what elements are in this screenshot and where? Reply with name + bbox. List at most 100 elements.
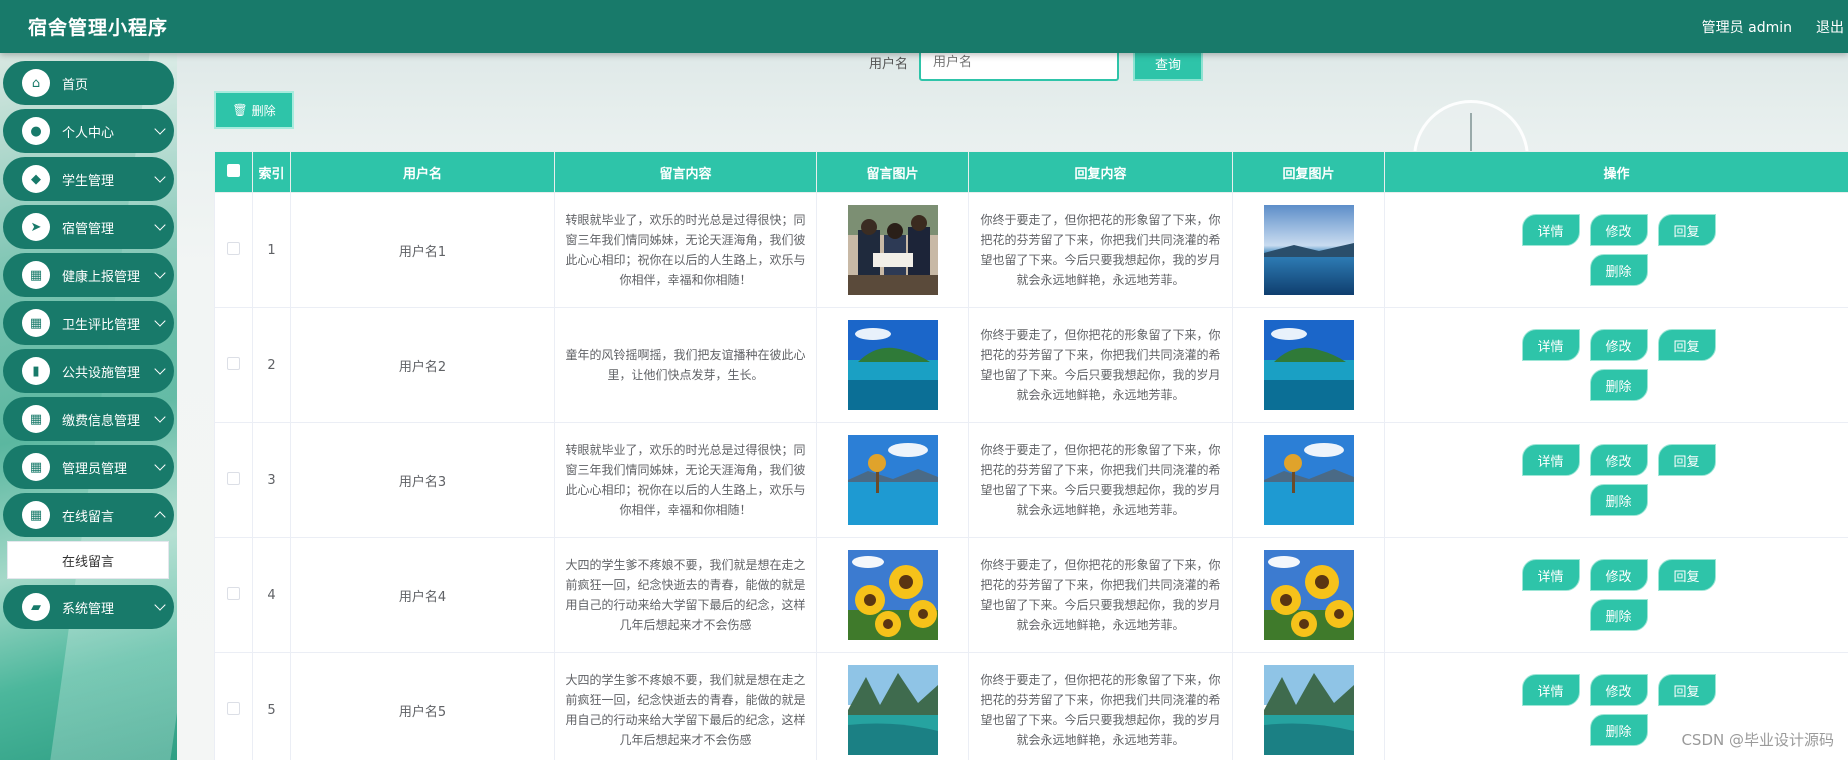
detail-button[interactable]: 详情 xyxy=(1521,214,1580,246)
grid-icon: ▦ xyxy=(22,309,50,337)
message-cell: 转眼就毕业了，欢乐的时光总是过得很快；同窗三年我们情同姊妹，无论天涯海角，我们彼… xyxy=(554,192,817,308)
username-cell: 用户名4 xyxy=(290,537,555,653)
chevron-down-icon xyxy=(154,363,166,375)
reply-image-cell xyxy=(1232,192,1385,308)
message-table-wrapper: 索引 用户名 留言内容 留言图片 回复内容 回复图片 操作 1 用户名1 转眼就… xyxy=(214,151,1848,760)
search-button[interactable]: 查询 xyxy=(1133,53,1203,81)
delete-button[interactable]: 删除 xyxy=(1589,484,1648,516)
detail-button[interactable]: 详情 xyxy=(1521,329,1580,361)
detail-button[interactable]: 详情 xyxy=(1521,444,1580,476)
sidebar: ⌂ 首页 ● 个人中心 ◆ 学生管理 ➤ 宿管管理 ▦ 健康上报管理 ▦ 卫生评比管理 ▮ 公共设施管理 ▦… xyxy=(0,53,177,760)
row-select-cell[interactable] xyxy=(214,422,253,538)
reply-image[interactable] xyxy=(1233,435,1384,525)
row-checkbox[interactable] xyxy=(227,356,240,370)
detail-button[interactable]: 详情 xyxy=(1521,559,1580,591)
sidebar-item[interactable]: ▰ 系统管理 xyxy=(3,585,174,629)
delete-button[interactable]: 删除 xyxy=(1589,599,1648,631)
reply-image[interactable] xyxy=(1233,550,1384,640)
row-select-cell[interactable] xyxy=(214,652,253,760)
sidebar-item[interactable]: ◆ 学生管理 xyxy=(3,157,174,201)
row-checkbox[interactable] xyxy=(227,701,240,715)
edit-button[interactable]: 修改 xyxy=(1589,559,1648,591)
sidebar-item[interactable]: ▦ 健康上报管理 xyxy=(3,253,174,297)
reply-image[interactable] xyxy=(1233,665,1384,755)
column-header: 留言图片 xyxy=(816,151,969,193)
message-image[interactable] xyxy=(817,320,968,410)
table-row: 4 用户名4 大四的学生爹不疼娘不要，我们就是想在走之前疯狂一回，纪念快逝去的青… xyxy=(214,537,1848,653)
table-row: 2 用户名2 童年的风铃摇啊摇，我们把友谊播种在彼此心里，让他们快点发芽，生长。… xyxy=(214,307,1848,423)
main-content: 用户名 查询 🗑 删除 索引 用户名 留言内容 留言图片 回复内容 回复图片 操… xyxy=(177,53,1848,760)
table-header-row: 索引 用户名 留言内容 留言图片 回复内容 回复图片 操作 xyxy=(214,151,1848,193)
delete-button[interactable]: 删除 xyxy=(1589,254,1648,286)
sidebar-item[interactable]: ➤ 宿管管理 xyxy=(3,205,174,249)
table-row: 5 用户名5 大四的学生爹不疼娘不要，我们就是想在走之前疯狂一回，纪念快逝去的青… xyxy=(214,652,1848,760)
logout-link[interactable]: 退出 xyxy=(1816,17,1848,37)
sidebar-item[interactable]: ▦ 管理员管理 xyxy=(3,445,174,489)
student-icon: ◆ xyxy=(22,165,50,193)
chevron-down-icon xyxy=(154,315,166,327)
reply-button[interactable]: 回复 xyxy=(1657,329,1716,361)
row-checkbox[interactable] xyxy=(227,586,240,600)
message-image[interactable] xyxy=(817,550,968,640)
reply-image-cell xyxy=(1232,537,1385,653)
message-cell: 大四的学生爹不疼娘不要，我们就是想在走之前疯狂一回，纪念快逝去的青春，能做的就是… xyxy=(554,652,817,760)
row-checkbox[interactable] xyxy=(227,471,240,485)
row-checkbox[interactable] xyxy=(227,241,240,255)
edit-button[interactable]: 修改 xyxy=(1589,444,1648,476)
reply-button[interactable]: 回复 xyxy=(1657,214,1716,246)
sidebar-item[interactable]: ▦ 缴费信息管理 xyxy=(3,397,174,441)
sidebar-item[interactable]: ● 个人中心 xyxy=(3,109,174,153)
sidebar-item[interactable]: ▮ 公共设施管理 xyxy=(3,349,174,393)
row-actions: 详情 修改 回复 删除 xyxy=(1512,559,1722,631)
column-header: 用户名 xyxy=(290,151,555,193)
sidebar-item-label: 卫生评比管理 xyxy=(62,317,141,333)
batch-delete-button[interactable]: 🗑 删除 xyxy=(214,91,294,129)
actions-cell: 详情 修改 回复 删除 xyxy=(1384,422,1848,538)
column-header: 回复图片 xyxy=(1232,151,1385,193)
reply-button[interactable]: 回复 xyxy=(1657,559,1716,591)
delete-button[interactable]: 删除 xyxy=(1589,714,1648,746)
reply-image[interactable] xyxy=(1233,320,1384,410)
book-icon: ▮ xyxy=(22,357,50,385)
sidebar-item[interactable]: ⌂ 首页 xyxy=(3,61,174,105)
select-all-header[interactable] xyxy=(214,151,253,193)
sidebar-subitem-online-message[interactable]: 在线留言 xyxy=(7,541,169,579)
edit-button[interactable]: 修改 xyxy=(1589,214,1648,246)
message-image[interactable] xyxy=(817,205,968,295)
table-row: 1 用户名1 转眼就毕业了，欢乐的时光总是过得很快；同窗三年我们情同姊妹，无论天… xyxy=(214,192,1848,308)
reply-image-cell xyxy=(1232,307,1385,423)
reply-button[interactable]: 回复 xyxy=(1657,444,1716,476)
chevron-up-icon xyxy=(154,511,166,523)
chevron-down-icon xyxy=(154,219,166,231)
actions-cell: 详情 修改 回复 删除 xyxy=(1384,307,1848,423)
home-icon: ⌂ xyxy=(22,69,50,97)
row-select-cell[interactable] xyxy=(214,192,253,308)
index-cell: 3 xyxy=(252,422,291,538)
select-all-checkbox[interactable] xyxy=(227,163,240,177)
top-right-area: 管理员 admin 退出 xyxy=(1702,17,1848,37)
row-select-cell[interactable] xyxy=(214,307,253,423)
reply-cell: 你终于要走了，但你把花的形象留了下来，你把花的芬芳留了下来，你把我们共同浇灌的希… xyxy=(968,307,1233,423)
edit-button[interactable]: 修改 xyxy=(1589,329,1648,361)
sidebar-item-label: 在线留言 xyxy=(62,509,115,525)
message-image[interactable] xyxy=(817,435,968,525)
message-image[interactable] xyxy=(817,665,968,755)
actions-cell: 详情 修改 回复 删除 xyxy=(1384,537,1848,653)
edit-button[interactable]: 修改 xyxy=(1589,674,1648,706)
reply-text: 你终于要走了，但你把花的形象留了下来，你把花的芬芳留了下来，你把我们共同浇灌的希… xyxy=(980,443,1221,517)
username-cell: 用户名2 xyxy=(290,307,555,423)
username-search-input[interactable] xyxy=(919,53,1119,81)
sidebar-item[interactable]: ▦ 在线留言 xyxy=(3,493,174,537)
sidebar-item-label: 个人中心 xyxy=(62,125,115,141)
delete-button[interactable]: 删除 xyxy=(1589,369,1648,401)
sidebar-item[interactable]: ▦ 卫生评比管理 xyxy=(3,301,174,345)
message-image-cell xyxy=(816,192,969,308)
reply-image[interactable] xyxy=(1233,205,1384,295)
detail-button[interactable]: 详情 xyxy=(1521,674,1580,706)
row-select-cell[interactable] xyxy=(214,537,253,653)
reply-button[interactable]: 回复 xyxy=(1657,674,1716,706)
reply-text: 你终于要走了，但你把花的形象留了下来，你把花的芬芳留了下来，你把我们共同浇灌的希… xyxy=(980,673,1221,747)
index-cell: 2 xyxy=(252,307,291,423)
current-user-label: 管理员 admin xyxy=(1701,19,1792,36)
row-actions: 详情 修改 回复 删除 xyxy=(1512,214,1722,286)
